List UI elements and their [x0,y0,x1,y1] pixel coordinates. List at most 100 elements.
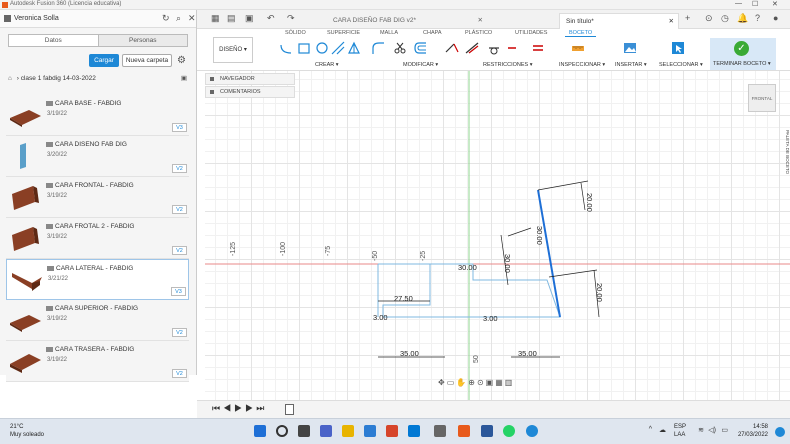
close-panel-icon[interactable]: ✕ [188,13,196,24]
step-forward-icon[interactable]: ▶ [245,403,256,413]
go-to-start-icon[interactable]: ⏮ [212,403,223,413]
dimension-label[interactable]: 35.00 [400,349,419,358]
browser-navigator[interactable]: NAVEGADOR [205,73,295,85]
office-icon[interactable] [386,425,398,437]
clock[interactable]: 14:58 27/03/2022 [738,423,768,439]
app-grid-icon[interactable]: ▦ [211,13,220,24]
refresh-icon[interactable]: ↻ [162,13,170,24]
dimension-label[interactable]: 27.50 [394,294,413,303]
viewcube[interactable]: FRONTAL [748,84,776,112]
word-icon[interactable] [481,425,493,437]
save-icon[interactable]: ▣ [245,13,254,24]
polygon-icon[interactable] [331,41,345,55]
zoom-icon[interactable]: ⊕ [468,378,477,387]
extensions-icon[interactable]: ⊙ [705,13,713,24]
sketch-palette-tab[interactable]: PALETA DE BOCETO [776,130,790,190]
select-icon[interactable] [671,41,685,55]
dimension-label[interactable]: 3.00 [483,314,498,323]
upload-button[interactable]: Cargar [89,54,119,67]
tab-data[interactable]: Datos [9,35,98,46]
rectangle-icon[interactable] [297,41,311,55]
notifications-icon[interactable]: 🔔 [737,13,748,24]
play-icon[interactable]: ▶ [234,403,245,413]
tab-solid[interactable]: SÓLIDO [285,30,306,36]
close-button[interactable]: ✕ [772,0,778,8]
dimension-label[interactable]: 30.00 [535,226,544,245]
edge-browser-icon[interactable] [526,425,538,437]
finish-sketch-button[interactable]: ✓ TERMINAR BOCETO ▾ [710,38,776,70]
photos-icon[interactable] [434,425,446,437]
job-status-icon[interactable]: ◷ [721,13,729,24]
pan-icon[interactable]: ✋ [456,378,468,387]
project-options-icon[interactable]: ▣ [181,74,187,82]
tangent-icon[interactable] [487,41,501,55]
task-view-icon[interactable] [298,425,310,437]
close-tab-icon[interactable]: ✕ [478,13,483,29]
file-explorer-icon[interactable] [342,425,354,437]
wifi-icon[interactable]: ≋ [698,426,704,434]
undo-icon[interactable]: ↶ [267,13,275,24]
offset-icon[interactable] [413,41,427,55]
tab-sketch[interactable]: BOCETO [565,30,597,37]
version-badge[interactable]: V3 [171,287,186,296]
maximize-button[interactable]: ☐ [752,0,758,8]
store-icon[interactable] [408,425,420,437]
trim-icon[interactable] [393,41,407,55]
browser-comments[interactable]: COMENTARIOS [205,86,295,98]
notification-center-icon[interactable] [775,427,785,437]
team-name[interactable]: Veronica Solla [14,15,59,22]
list-item[interactable]: CARA BASE - FABDIG 3/19/22 V3 [6,95,189,136]
volume-icon[interactable]: ◁) [708,426,716,434]
search-icon[interactable] [276,425,288,437]
measure-icon[interactable] [571,41,585,55]
display-settings-icon[interactable]: ▣ [486,378,496,387]
home-icon[interactable]: ⌂ [8,75,12,82]
dimension-label[interactable]: 30.00 [503,254,512,273]
dimension-label[interactable]: 3.00 [373,313,388,322]
dimension-label[interactable]: 20.00 [595,283,604,302]
group-insert[interactable]: INSERTAR ▾ [615,62,647,68]
viewports-icon[interactable]: ▥ [505,378,515,387]
look-at-icon[interactable]: ▭ [447,378,457,387]
fusion-icon[interactable] [458,425,470,437]
tab-mesh[interactable]: MALLA [380,30,398,36]
version-badge[interactable]: V2 [172,205,187,214]
cloud-icon[interactable]: ☁ [659,426,666,434]
circle-icon[interactable] [315,41,329,55]
list-item[interactable]: CARA FROTAL 2 - FABDIG 3/19/22 V2 [6,218,189,259]
tab-surface[interactable]: SUPERFICIE [327,30,360,36]
go-to-end-icon[interactable]: ⏭ [256,403,267,413]
list-item[interactable]: CARA TRASERA - FABDIG 3/19/22 V2 [6,341,189,382]
list-item[interactable]: CARA DISENO FAB DIG 3/20/22 V2 [6,136,189,177]
orbit-icon[interactable]: ✥ [438,378,447,387]
list-item-selected[interactable]: CARA LATERAL - FABDIG 3/21/22 V3 [6,259,189,300]
step-back-icon[interactable]: ◀ [223,403,234,413]
weather-widget[interactable]: 21°C Muy soleado [10,423,44,439]
group-modify[interactable]: MODIFICAR ▾ [403,62,438,68]
tab-utilities[interactable]: UTILIDADES [515,30,547,36]
version-badge[interactable]: V2 [172,369,187,378]
battery-icon[interactable]: ▭ [721,426,728,434]
dimension-label[interactable]: 35.00 [518,349,537,358]
line-icon[interactable] [279,41,293,55]
collinear-icon[interactable] [465,41,479,55]
avatar[interactable]: ● [773,13,778,23]
fit-icon[interactable]: ⊙ [477,378,486,387]
tab-sheet-metal[interactable]: CHAPA [423,30,442,36]
group-create[interactable]: CREAR ▾ [315,62,339,68]
version-badge[interactable]: V2 [172,164,187,173]
workspace-switcher[interactable]: DISEÑO ▾ [213,37,253,63]
breadcrumb-project[interactable]: clase 1 fabdig 14-03-2022 [21,75,96,82]
search-icon[interactable]: ⌕ [176,13,181,24]
tab-people[interactable]: Personas [97,35,187,46]
tab-document-untitled[interactable]: Sin título* ✕ [559,13,679,29]
sketch-overlay[interactable]: -125 -100 -75 -50 -25 50 30.00 27.50 3.0… [205,71,790,400]
help-icon[interactable]: ? [755,13,760,23]
insert-image-icon[interactable] [623,41,637,55]
fix-icon[interactable] [505,41,519,55]
close-tab-icon[interactable]: ✕ [669,14,674,30]
version-badge[interactable]: V3 [172,123,187,132]
file-menu-icon[interactable]: ▤ [227,13,236,24]
equal-icon[interactable] [531,41,545,55]
start-icon[interactable] [254,425,266,437]
